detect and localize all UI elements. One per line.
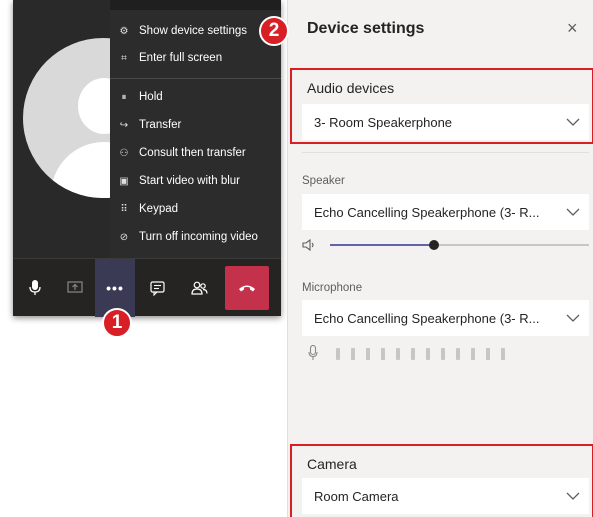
slider-thumb[interactable]: [429, 240, 439, 250]
audio-devices-label: Audio devices: [307, 80, 395, 96]
mic-level-bar: [456, 348, 460, 360]
call-window: ⚙ Show device settings ⌗ Enter full scre…: [13, 0, 281, 317]
video-off-icon: ⊘: [119, 231, 129, 243]
camera-value: Room Camera: [314, 488, 399, 504]
mic-level-bar: [381, 348, 385, 360]
mic-level-bar: [426, 348, 430, 360]
menu-item-consult-then-transfer[interactable]: ⚇ Consult then transfer: [110, 142, 281, 164]
menu-item-label: Show device settings: [139, 25, 248, 37]
video-stage: [13, 0, 110, 258]
step-badge-1: 1: [102, 308, 132, 338]
chevron-down-icon: [557, 208, 589, 216]
step-badge-2: 2: [259, 16, 289, 46]
blur-icon: ▣: [119, 175, 129, 187]
menu-item-start-video-with-blur[interactable]: ▣ Start video with blur: [110, 170, 281, 192]
chevron-down-icon: [557, 118, 589, 126]
chat-icon: [149, 280, 165, 296]
share-button[interactable]: [55, 259, 95, 317]
chevron-down-icon: [557, 314, 589, 322]
camera-label: Camera: [307, 456, 357, 472]
audio-devices-value: 3- Room Speakerphone: [314, 114, 453, 130]
menu-item-label: Consult then transfer: [139, 147, 246, 159]
menu-item-label: Turn off incoming video: [139, 231, 258, 243]
mic-level-bar: [501, 348, 505, 360]
menu-item-label: Hold: [139, 91, 163, 103]
mic-level-bar: [411, 348, 415, 360]
mic-level-bar: [471, 348, 475, 360]
phone-hangup-icon: [239, 285, 255, 292]
share-screen-icon: [67, 281, 83, 293]
fullscreen-icon: ⌗: [121, 52, 127, 64]
divider: [302, 152, 589, 153]
menu-item-transfer[interactable]: ↪ Transfer: [110, 114, 281, 136]
chat-button[interactable]: [137, 259, 177, 317]
gear-icon: ⚙: [119, 25, 129, 37]
menu-item-turn-off-incoming-video[interactable]: ⊘ Turn off incoming video: [110, 226, 281, 248]
speaker-volume-icon: [302, 238, 314, 252]
camera-dropdown[interactable]: Room Camera: [302, 478, 589, 514]
menu-item-enter-full-screen[interactable]: ⌗ Enter full screen: [110, 47, 281, 69]
mic-level-bar: [351, 348, 355, 360]
menu-divider: [110, 78, 281, 79]
people-icon: [190, 281, 208, 295]
avatar: [23, 38, 110, 198]
menu-item-show-device-settings[interactable]: ⚙ Show device settings: [110, 20, 281, 42]
speaker-label: Speaker: [302, 175, 345, 187]
microphone-value: Echo Cancelling Speakerphone (3- R...: [314, 310, 540, 326]
audio-devices-dropdown[interactable]: 3- Room Speakerphone: [302, 104, 589, 140]
speaker-volume-slider[interactable]: [302, 236, 589, 254]
call-toolbar: •••: [13, 258, 281, 317]
speaker-dropdown[interactable]: Echo Cancelling Speakerphone (3- R...: [302, 194, 589, 230]
microphone-label: Microphone: [302, 282, 363, 294]
mic-level-bar: [336, 348, 340, 360]
more-actions-menu: ⚙ Show device settings ⌗ Enter full scre…: [110, 10, 281, 258]
menu-item-keypad[interactable]: ⠿ Keypad: [110, 198, 281, 220]
mic-level-bar: [441, 348, 445, 360]
consult-icon: ⚇: [119, 147, 129, 159]
mic-level-bar: [396, 348, 400, 360]
device-settings-panel: Device settings × Audio devices 3- Room …: [287, 0, 593, 517]
slider-fill: [330, 244, 434, 246]
microphone-icon: [29, 280, 41, 295]
microphone-icon: [308, 345, 318, 360]
pause-icon: ⏸: [121, 91, 127, 103]
chevron-down-icon: [557, 492, 589, 500]
menu-item-label: Keypad: [139, 203, 179, 215]
participants-button[interactable]: [179, 259, 219, 317]
speaker-value: Echo Cancelling Speakerphone (3- R...: [314, 204, 540, 220]
menu-item-label: Transfer: [139, 119, 182, 131]
hang-up-button[interactable]: [225, 266, 269, 310]
transfer-icon: ↪: [119, 119, 129, 131]
mic-button[interactable]: [15, 259, 55, 317]
menu-item-label: Start video with blur: [139, 175, 240, 187]
ellipsis-icon: •••: [106, 280, 124, 296]
keypad-icon: ⠿: [120, 203, 128, 215]
menu-item-label: Enter full screen: [139, 52, 223, 64]
mic-level-bar: [486, 348, 490, 360]
menu-item-hold[interactable]: ⏸ Hold: [110, 86, 281, 108]
panel-title: Device settings: [307, 20, 425, 37]
microphone-dropdown[interactable]: Echo Cancelling Speakerphone (3- R...: [302, 300, 589, 336]
close-icon[interactable]: ×: [567, 18, 578, 39]
mic-level-bar: [366, 348, 370, 360]
